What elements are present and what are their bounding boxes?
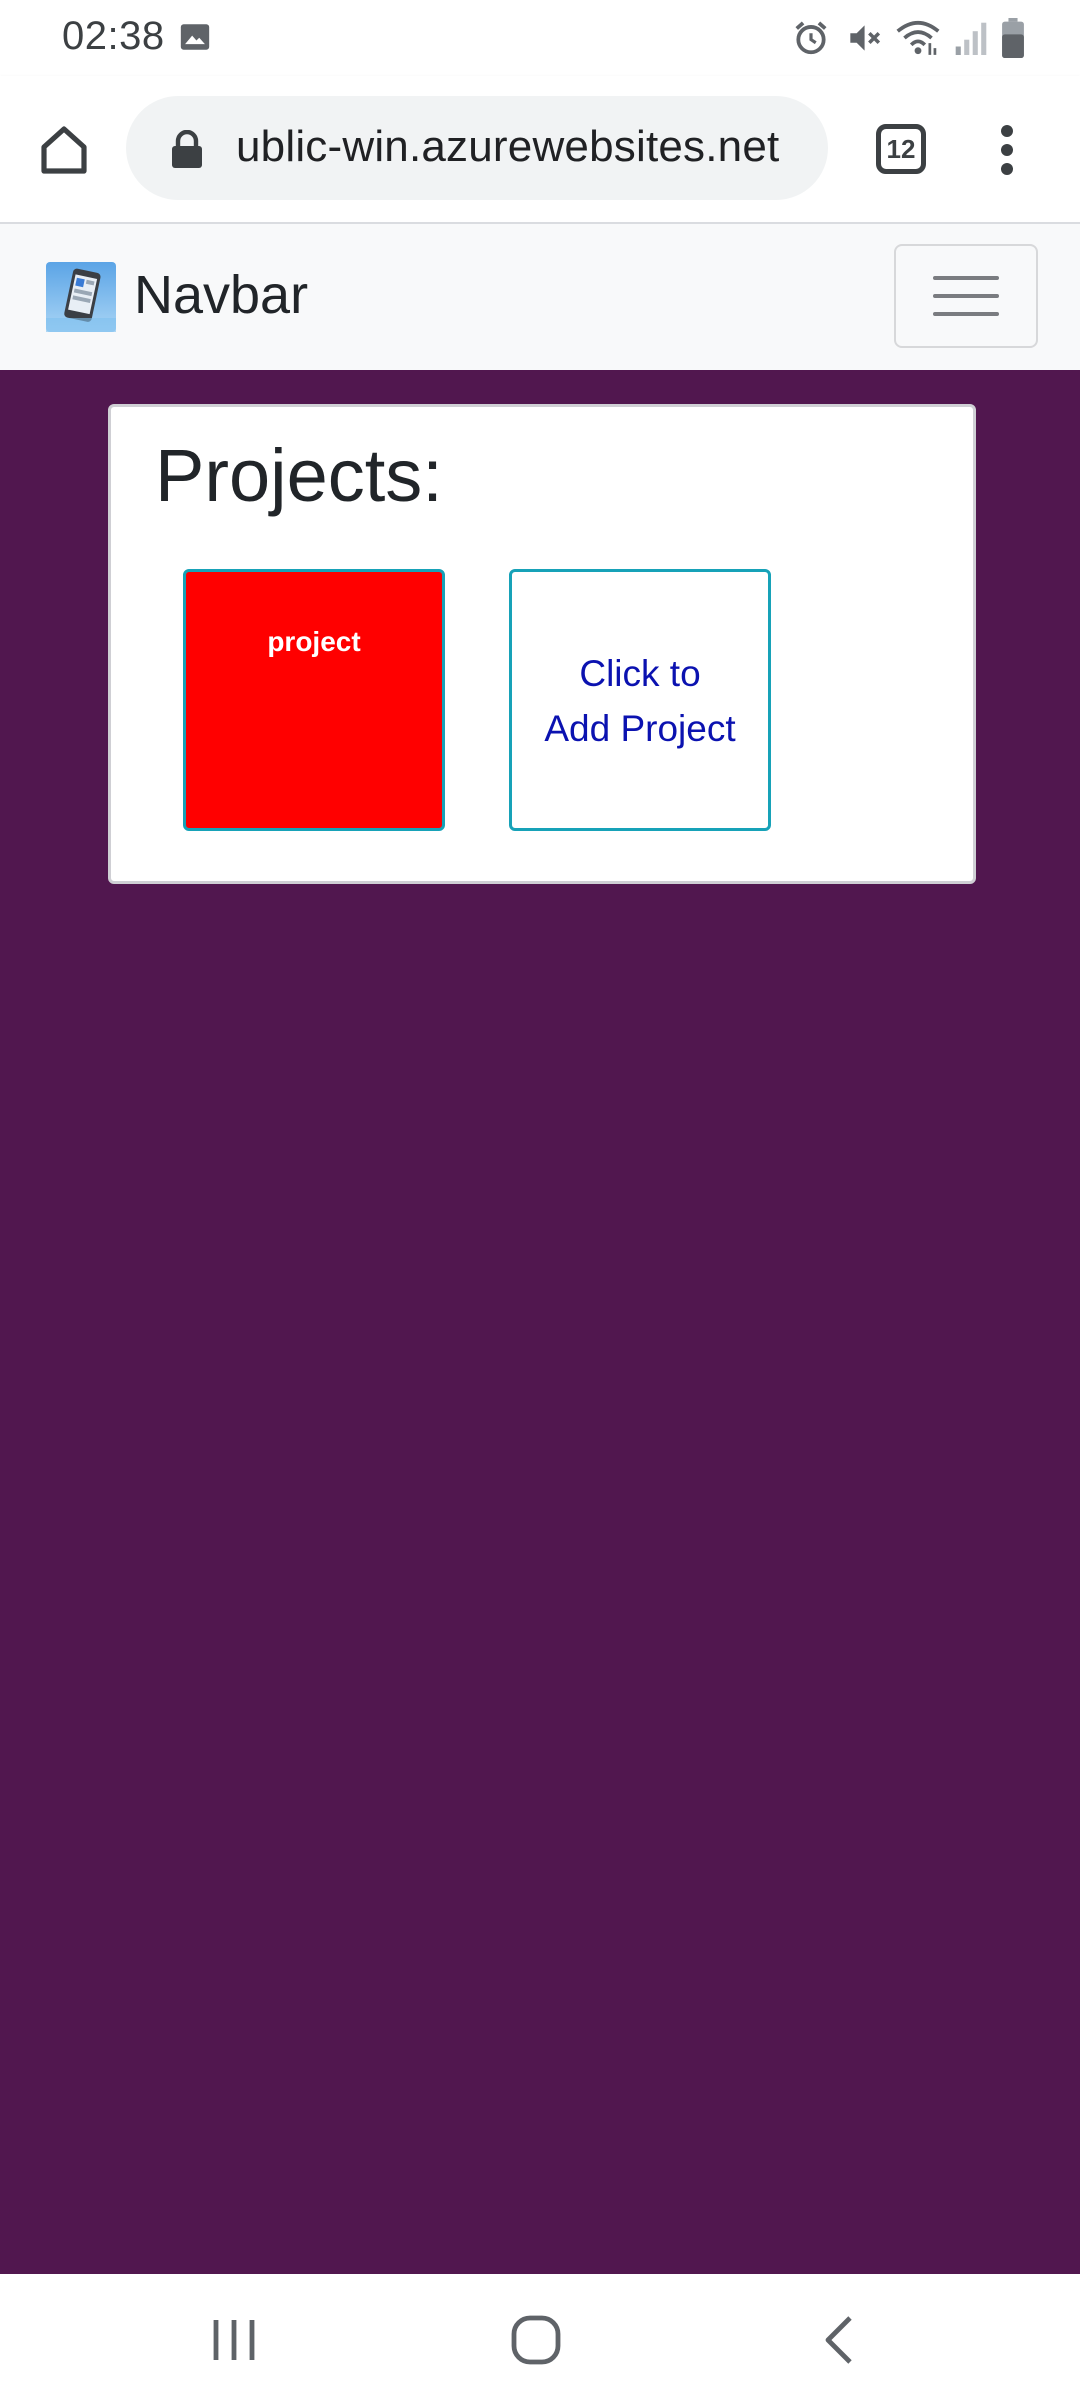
- status-bar: 02:38: [0, 0, 1080, 76]
- browser-home-button[interactable]: [30, 116, 98, 184]
- browser-toolbar: ublic-win.azurewebsites.net 12: [0, 76, 1080, 224]
- add-project-button[interactable]: Click to Add Project: [509, 569, 771, 831]
- alarm-icon: [795, 21, 827, 55]
- signal-icon: [955, 22, 987, 55]
- system-nav-bar: [0, 2274, 1080, 2400]
- brand-logo-icon[interactable]: [46, 262, 116, 332]
- tab-switcher-button[interactable]: 12: [876, 124, 926, 174]
- project-tile[interactable]: project: [183, 569, 445, 831]
- browser-menu-button[interactable]: [980, 118, 1034, 182]
- wifi-icon: [896, 20, 940, 55]
- add-project-line2: Add Project: [544, 708, 736, 749]
- projects-card: Projects: project Click to Add Project: [108, 404, 976, 884]
- back-icon[interactable]: [822, 2314, 856, 2366]
- navbar-toggler-button[interactable]: [894, 244, 1038, 348]
- battery-icon: [1002, 18, 1024, 58]
- recents-icon[interactable]: [206, 2318, 262, 2362]
- add-project-label: Click to Add Project: [525, 646, 755, 756]
- hamburger-icon: [933, 276, 999, 280]
- site-navbar: Navbar: [0, 224, 1080, 370]
- home-icon: [41, 126, 87, 174]
- lock-icon: [172, 130, 202, 168]
- add-project-line1: Click to: [579, 653, 701, 694]
- url-text: ublic-win.azurewebsites.net: [236, 122, 780, 171]
- projects-title: Projects:: [155, 434, 443, 517]
- status-icons: [792, 18, 1024, 58]
- gallery-icon: [180, 24, 210, 50]
- mute-icon: [850, 25, 881, 51]
- project-tile-label: project: [267, 626, 361, 657]
- navbar-brand[interactable]: Navbar: [134, 264, 308, 326]
- hamburger-icon-line: [933, 294, 999, 298]
- main-content: Projects: project Click to Add Project: [0, 370, 1080, 2274]
- address-bar[interactable]: ublic-win.azurewebsites.net: [126, 96, 828, 200]
- page: 02:38 ublic-win.azurewebsites.net 12 Nav…: [0, 0, 1080, 2400]
- home-circle-icon[interactable]: [510, 2314, 562, 2366]
- hamburger-icon-line: [933, 312, 999, 316]
- status-time: 02:38: [62, 14, 165, 58]
- more-vert-icon: [1001, 125, 1013, 175]
